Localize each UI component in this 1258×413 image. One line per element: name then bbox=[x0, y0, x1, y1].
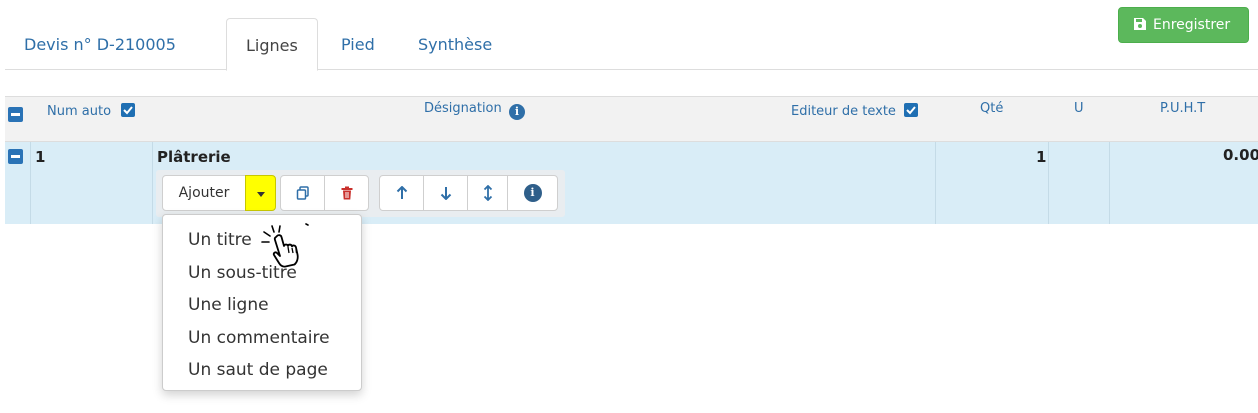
table-header: Num auto Désignation i Editeur de texte … bbox=[5, 96, 1258, 142]
caret-down-icon bbox=[257, 192, 265, 197]
delete-button[interactable] bbox=[324, 175, 369, 211]
arrows-vertical-icon bbox=[483, 185, 493, 201]
save-button[interactable]: Enregistrer bbox=[1118, 7, 1249, 43]
header-editeur: Editeur de texte bbox=[791, 103, 919, 119]
header-u: U bbox=[1074, 101, 1084, 116]
add-button[interactable]: Ajouter bbox=[162, 175, 246, 211]
row-toolbar: Ajouter i bbox=[156, 170, 565, 217]
save-button-label: Enregistrer bbox=[1153, 17, 1231, 33]
header-qte: Qté bbox=[980, 101, 1004, 116]
num-auto-checkbox[interactable] bbox=[121, 103, 136, 117]
cell-separator bbox=[30, 142, 31, 224]
row-designation[interactable]: Plâtrerie bbox=[157, 148, 231, 166]
tab-synthese[interactable]: Synthèse bbox=[399, 18, 511, 70]
collapse-all-minus-icon[interactable] bbox=[8, 107, 23, 122]
editeur-checkbox[interactable] bbox=[904, 103, 919, 117]
move-down-button[interactable] bbox=[423, 175, 468, 211]
tab-lignes[interactable]: Lignes bbox=[226, 18, 318, 71]
save-icon bbox=[1133, 10, 1147, 30]
trash-icon bbox=[341, 186, 352, 200]
row-info-button[interactable]: i bbox=[507, 175, 558, 211]
cell-separator bbox=[1048, 142, 1049, 224]
arrow-down-icon bbox=[440, 187, 451, 200]
tab-devis[interactable]: Devis n° D-210005 bbox=[5, 18, 195, 70]
row-num: 1 bbox=[35, 148, 46, 166]
row-puht[interactable]: 0.00 bbox=[1223, 146, 1258, 164]
hand-pointer-icon bbox=[261, 223, 309, 268]
copy-icon bbox=[296, 186, 309, 200]
move-up-button[interactable] bbox=[379, 175, 424, 211]
tab-bar: Devis n° D-210005 Lignes Pied Synthèse bbox=[5, 18, 1258, 71]
designation-info-icon[interactable]: i bbox=[508, 104, 525, 120]
cell-separator bbox=[152, 142, 153, 224]
arrow-up-icon bbox=[396, 186, 407, 199]
menu-item-ligne[interactable]: Une ligne bbox=[163, 290, 361, 323]
cell-separator bbox=[935, 142, 936, 224]
move-button[interactable] bbox=[467, 175, 509, 211]
tab-pied[interactable]: Pied bbox=[322, 18, 394, 70]
cell-separator bbox=[1109, 142, 1110, 224]
header-designation: Désignation i bbox=[424, 101, 525, 120]
duplicate-button[interactable] bbox=[280, 175, 325, 211]
header-num-auto: Num auto bbox=[47, 103, 136, 119]
menu-item-commentaire[interactable]: Un commentaire bbox=[163, 323, 361, 356]
menu-item-saut-de-page[interactable]: Un saut de page bbox=[163, 355, 361, 388]
row-collapse-minus-icon[interactable] bbox=[8, 149, 23, 164]
row-qte[interactable]: 1 bbox=[1036, 148, 1046, 166]
info-icon: i bbox=[523, 184, 542, 202]
add-dropdown-toggle[interactable] bbox=[245, 175, 276, 211]
header-puht: P.U.H.T bbox=[1160, 101, 1206, 116]
